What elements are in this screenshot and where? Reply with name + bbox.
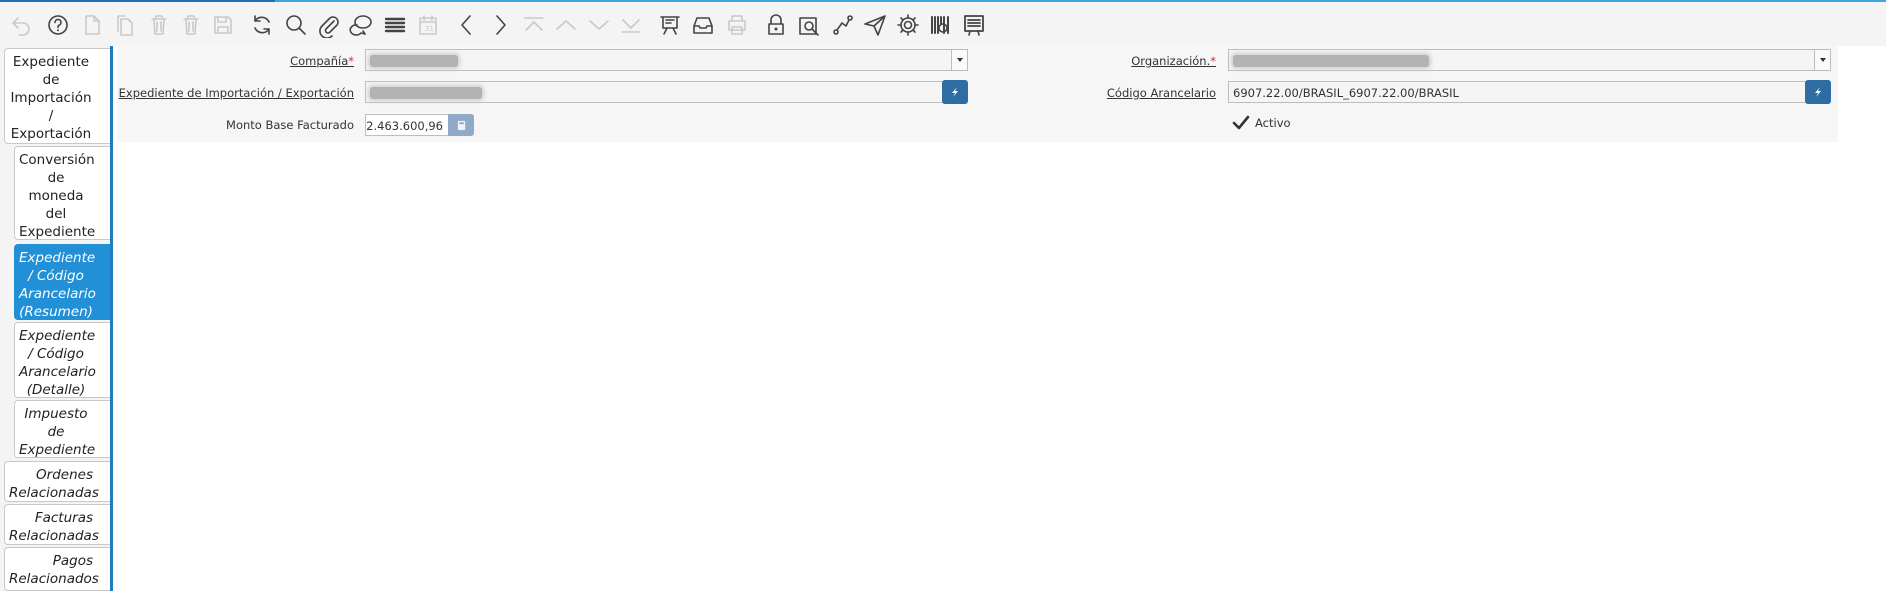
child-record-icon[interactable] bbox=[585, 11, 613, 39]
calculator-icon bbox=[457, 120, 465, 130]
tab-label: Facturas Relacionadas bbox=[9, 510, 99, 544]
company-label-text: Compañía bbox=[290, 54, 349, 68]
print-icon[interactable] bbox=[723, 11, 751, 39]
tab-codigo-arancelario-resumen[interactable]: Expediente / Código Arancelario (Resumen… bbox=[14, 244, 111, 320]
file-search-button[interactable] bbox=[942, 80, 968, 104]
delete-icon[interactable] bbox=[145, 11, 173, 39]
tariff-code-value: 6907.22.00/BRASIL_6907.22.00/BRASIL bbox=[1233, 86, 1459, 100]
tab-pagos-relacionados[interactable]: Pagos Relacionados bbox=[4, 547, 111, 591]
tab-label: Impuesto de Expediente bbox=[19, 406, 96, 458]
organization-label-text: Organización. bbox=[1131, 54, 1211, 68]
delete-selection-icon[interactable] bbox=[177, 11, 205, 39]
next-record-icon[interactable] bbox=[486, 11, 514, 39]
send-icon[interactable] bbox=[861, 11, 889, 39]
redacted-value bbox=[370, 87, 482, 99]
previous-record-icon[interactable] bbox=[453, 11, 481, 39]
tab-label: Conversión de moneda del Expediente bbox=[19, 152, 96, 240]
tariff-code-label: Código Arancelario bbox=[1106, 86, 1216, 100]
search-icon[interactable] bbox=[282, 11, 310, 39]
tab-label: Expediente / Código Arancelario (Detalle… bbox=[19, 328, 96, 398]
company-label: Compañía* bbox=[200, 54, 354, 68]
first-record-icon[interactable] bbox=[520, 11, 548, 39]
save-icon[interactable] bbox=[209, 11, 237, 39]
process-gear-icon[interactable] bbox=[894, 11, 922, 39]
last-record-icon[interactable] bbox=[617, 11, 645, 39]
base-amount-input[interactable]: 2.463.600,96 bbox=[365, 114, 449, 136]
toolbar: 31 bbox=[0, 2, 1886, 46]
workflow-icon[interactable] bbox=[829, 11, 857, 39]
redacted-value bbox=[1233, 55, 1429, 67]
chevron-down-icon[interactable] bbox=[951, 50, 967, 70]
product-info-icon[interactable] bbox=[927, 11, 955, 39]
file-label: Expediente de Importación / Exportación bbox=[118, 86, 354, 100]
company-select[interactable] bbox=[365, 49, 968, 71]
redacted-value bbox=[370, 55, 458, 67]
calendar-icon[interactable]: 31 bbox=[414, 11, 442, 39]
organization-select[interactable] bbox=[1228, 49, 1831, 71]
tab-impuesto-expediente[interactable]: Impuesto de Expediente bbox=[14, 400, 111, 458]
help-icon[interactable] bbox=[44, 11, 72, 39]
archive-icon[interactable] bbox=[689, 11, 717, 39]
tab-label: Ordenes Relacionadas bbox=[9, 467, 99, 501]
tab-facturas-relacionadas[interactable]: Facturas Relacionadas bbox=[4, 504, 111, 545]
print-document-icon[interactable] bbox=[960, 11, 988, 39]
parent-record-icon[interactable] bbox=[552, 11, 580, 39]
copy-record-icon[interactable] bbox=[111, 11, 139, 39]
lightning-icon bbox=[1815, 87, 1821, 97]
attachment-icon[interactable] bbox=[315, 11, 343, 39]
new-record-icon[interactable] bbox=[78, 11, 106, 39]
tab-panel-border bbox=[110, 46, 113, 591]
tab-label: Pagos Relacionados bbox=[9, 553, 99, 587]
checkmark-icon bbox=[1232, 115, 1250, 130]
tab-label: Expediente de Importación / Exportación bbox=[10, 54, 92, 142]
required-mark: * bbox=[1210, 54, 1216, 68]
tab-codigo-arancelario-detalle[interactable]: Expediente / Código Arancelario (Detalle… bbox=[14, 322, 111, 398]
zoom-across-icon[interactable] bbox=[795, 11, 823, 39]
file-search-field[interactable] bbox=[365, 81, 943, 103]
tab-ordenes-relacionadas[interactable]: Ordenes Relacionadas bbox=[4, 461, 111, 502]
required-mark: * bbox=[348, 54, 354, 68]
tariff-code-search-button[interactable] bbox=[1805, 80, 1831, 104]
chevron-down-icon[interactable] bbox=[1814, 50, 1830, 70]
svg-text:31: 31 bbox=[425, 25, 434, 33]
report-icon[interactable] bbox=[656, 11, 684, 39]
tariff-code-field[interactable]: 6907.22.00/BRASIL_6907.22.00/BRASIL bbox=[1228, 81, 1806, 103]
tab-conversion-moneda[interactable]: Conversión de moneda del Expediente bbox=[14, 146, 111, 240]
active-label: Activo bbox=[1255, 116, 1291, 130]
undo-icon[interactable] bbox=[6, 11, 34, 39]
calculator-button[interactable] bbox=[448, 114, 474, 136]
active-checkbox[interactable]: Activo bbox=[1232, 115, 1291, 131]
lightning-icon bbox=[952, 87, 958, 97]
tab-expediente[interactable]: Expediente de Importación / Exportación bbox=[4, 48, 111, 144]
base-amount-label: Monto Base Facturado bbox=[226, 118, 354, 132]
tab-label: Expediente / Código Arancelario (Resumen… bbox=[19, 250, 96, 320]
lock-icon[interactable] bbox=[762, 11, 790, 39]
chat-icon[interactable] bbox=[347, 11, 375, 39]
organization-label: Organización.* bbox=[1060, 54, 1216, 68]
refresh-icon[interactable] bbox=[248, 11, 276, 39]
grid-toggle-icon[interactable] bbox=[381, 11, 409, 39]
